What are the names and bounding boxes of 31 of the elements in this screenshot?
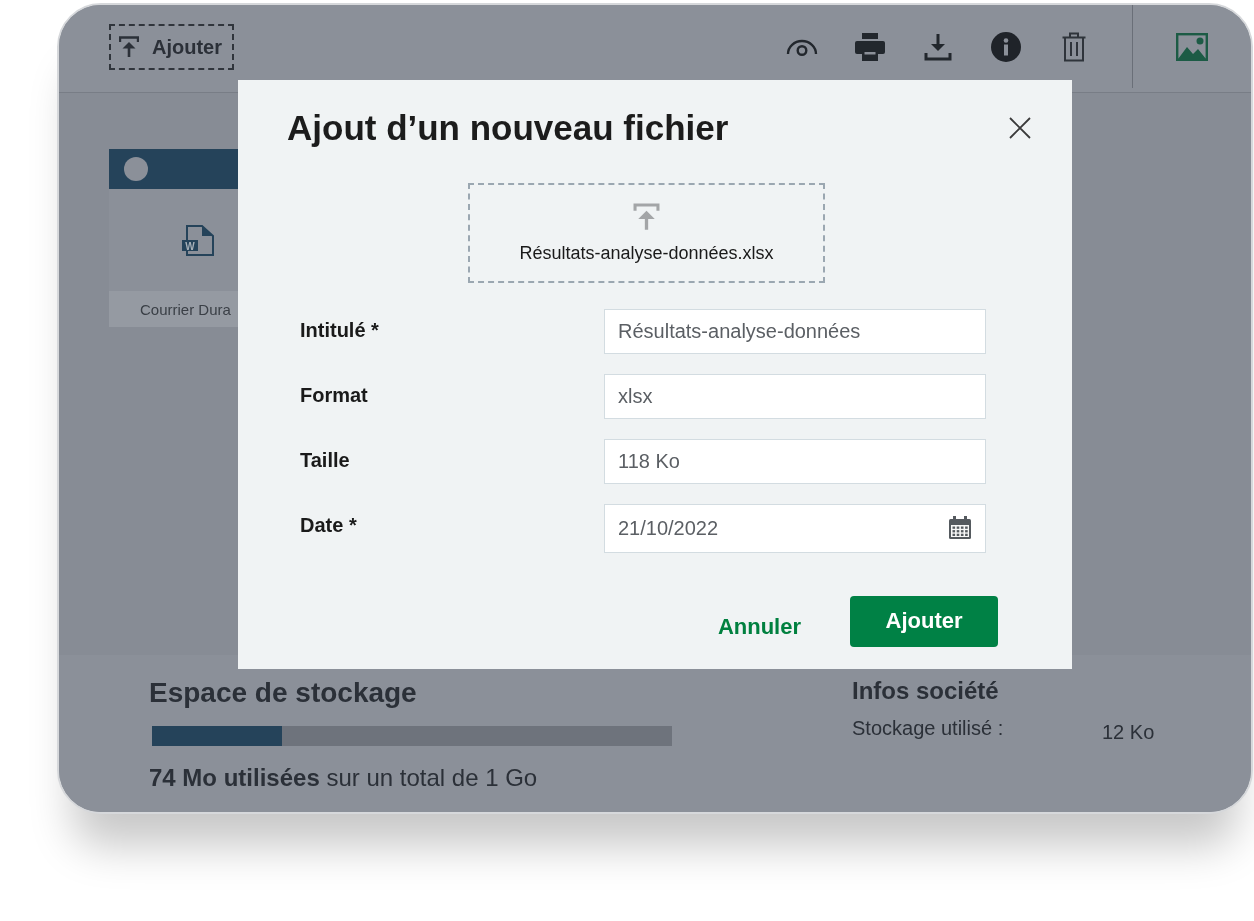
date-field[interactable]: 21/10/2022 [604, 504, 986, 553]
image-icon[interactable] [1176, 33, 1208, 61]
storage-summary: 74 Mo utilisées sur un total de 1 Go [149, 763, 539, 793]
text-field[interactable]: Résultats-analyse-données [604, 309, 986, 354]
eye-icon[interactable] [786, 37, 818, 57]
printer-icon[interactable] [855, 33, 885, 61]
upload-icon [119, 36, 139, 58]
file-name: Résultats-analyse-données.xlsx [519, 242, 774, 264]
add-file-button[interactable]: Ajouter [109, 24, 234, 70]
company-info-title: Infos société [852, 676, 1000, 706]
info-label: Stockage utilisé : [852, 716, 1005, 740]
text-field[interactable]: xlsx [604, 374, 986, 419]
cancel-button[interactable]: Annuler [717, 606, 801, 648]
field-label: Taille [300, 448, 351, 473]
calendar-icon[interactable] [948, 516, 972, 540]
download-icon[interactable] [924, 33, 952, 61]
info-icon[interactable] [991, 32, 1021, 62]
upload-icon [632, 202, 661, 231]
storage-title: Espace de stockage [149, 676, 418, 710]
add-button[interactable]: Ajouter [850, 595, 998, 647]
field-label: Intitulé * [300, 318, 380, 343]
field-label: Date * [300, 513, 358, 538]
file-dropzone[interactable]: Résultats-analyse-données.xlsx [468, 183, 825, 283]
field-label: Format [300, 383, 369, 408]
trash-icon[interactable] [1062, 32, 1086, 62]
text-field[interactable]: 118 Ko [604, 439, 986, 484]
dialog-title: Ajout d’un nouveau fichier [287, 108, 729, 148]
file-name: Courrier Dura [109, 291, 238, 327]
circle-icon[interactable] [124, 157, 148, 181]
close-icon[interactable] [1009, 117, 1031, 139]
info-value: 12 Ko [1102, 720, 1155, 744]
